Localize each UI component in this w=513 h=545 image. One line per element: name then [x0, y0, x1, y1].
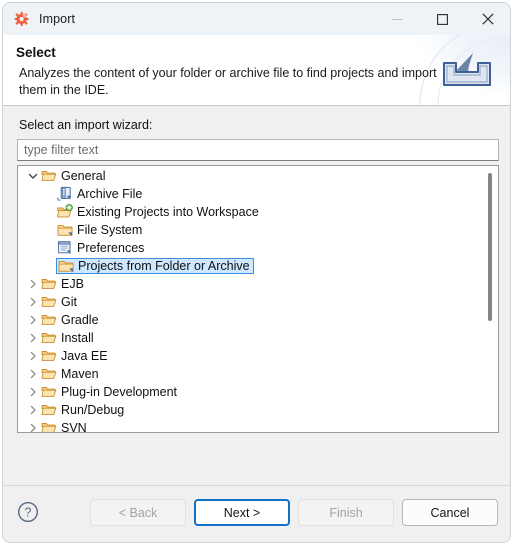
dialog-body: Select an import wizard: General Archive …	[3, 106, 510, 485]
close-icon[interactable]	[465, 3, 510, 35]
tree-item[interactable]: Maven	[18, 365, 498, 383]
tree-item-label: Git	[61, 295, 77, 309]
footer-buttons: < Back Next > Finish Cancel	[90, 499, 498, 526]
tree-item-label: Projects from Folder or Archive	[78, 259, 250, 273]
chevron-right-icon[interactable]	[25, 311, 41, 329]
wizard-list-label: Select an import wizard:	[19, 118, 153, 132]
tree-item[interactable]: Run/Debug	[18, 401, 498, 419]
tree-item-label: Plug-in Development	[61, 385, 178, 399]
chevron-right-icon[interactable]	[25, 383, 41, 401]
finish-button: Finish	[298, 499, 394, 526]
wizard-header: Select Analyzes the content of your fold…	[3, 35, 510, 106]
page-title: Select	[16, 45, 56, 60]
tree-item[interactable]: Install	[18, 329, 498, 347]
folder-icon	[57, 222, 73, 238]
maximize-icon[interactable]	[420, 3, 465, 35]
preferences-document-icon	[57, 240, 73, 256]
folder-icon	[58, 258, 74, 274]
tree-item-label: Install	[61, 331, 94, 345]
tree-item[interactable]: File System	[18, 221, 498, 239]
chevron-right-icon[interactable]	[25, 275, 41, 293]
svg-text:?: ?	[25, 506, 32, 520]
tree-item-label: Existing Projects into Workspace	[77, 205, 259, 219]
chevron-down-icon[interactable]	[25, 167, 41, 185]
dialog-footer: ? < Back Next > Finish Cancel	[3, 485, 510, 542]
open-folder-icon	[41, 294, 57, 310]
next-button[interactable]: Next >	[194, 499, 290, 526]
open-folder-icon	[41, 420, 57, 432]
import-arrow-into-tray-icon	[440, 49, 498, 98]
window-title: Import	[39, 12, 76, 26]
tree-item[interactable]: General	[18, 167, 498, 185]
tree-item-label: Java EE	[61, 349, 108, 363]
minimize-icon[interactable]	[375, 3, 420, 35]
tree-item-label: Run/Debug	[61, 403, 125, 417]
tree-item[interactable]: EJB	[18, 275, 498, 293]
tree-item[interactable]: Existing Projects into Workspace	[18, 203, 498, 221]
tree-item-label: SVN	[61, 421, 87, 433]
open-folder-icon	[41, 312, 57, 328]
archive-file-icon	[57, 186, 73, 202]
open-folder-icon	[41, 402, 57, 418]
open-folder-icon	[41, 168, 57, 184]
tree-item-label: General	[61, 169, 106, 183]
tree-scrollbar-thumb[interactable]	[488, 173, 492, 321]
tree-item-label: File System	[77, 223, 143, 237]
tree-item[interactable]: Plug-in Development	[18, 383, 498, 401]
eclipse-gear-icon	[14, 11, 30, 27]
wizard-tree[interactable]: General Archive File Existing Projects int…	[17, 165, 499, 433]
help-question-icon[interactable]: ?	[17, 501, 39, 528]
tree-item-label: EJB	[61, 277, 84, 291]
folder-add-icon	[57, 203, 73, 220]
wizard-tree-rows: General Archive File Existing Projects int…	[18, 167, 498, 433]
open-folder-icon	[41, 366, 57, 382]
tree-item[interactable]: Java EE	[18, 347, 498, 365]
tree-item-selection: Projects from Folder or Archive	[56, 258, 254, 274]
open-folder-icon	[41, 348, 57, 364]
chevron-right-icon[interactable]	[25, 347, 41, 365]
filter-input[interactable]	[17, 139, 499, 161]
cancel-button[interactable]: Cancel	[402, 499, 498, 526]
import-dialog: Import Select Analyzes the content of yo…	[2, 2, 511, 543]
page-description: Analyzes the content of your folder or a…	[19, 66, 437, 97]
window-controls	[375, 3, 510, 35]
chevron-right-icon[interactable]	[25, 419, 41, 432]
tree-item[interactable]: Preferences	[18, 239, 498, 257]
chevron-right-icon[interactable]	[25, 329, 41, 347]
tree-item[interactable]: Gradle	[18, 311, 498, 329]
tree-item-label: Gradle	[61, 313, 99, 327]
tree-vertical-scrollbar[interactable]	[483, 167, 497, 431]
open-folder-icon	[41, 276, 57, 292]
titlebar: Import	[3, 3, 510, 35]
tree-item[interactable]: Git	[18, 293, 498, 311]
tree-item[interactable]: SVN	[18, 419, 498, 433]
back-button: < Back	[90, 499, 186, 526]
open-folder-icon	[41, 330, 57, 346]
tree-item[interactable]: Archive File	[18, 185, 498, 203]
tree-item-label: Preferences	[77, 241, 145, 255]
tree-item[interactable]: Projects from Folder or Archive	[18, 257, 498, 275]
tree-item-label: Maven	[61, 367, 99, 381]
open-folder-icon	[41, 384, 57, 400]
tree-item-label: Archive File	[77, 187, 143, 201]
chevron-right-icon[interactable]	[25, 365, 41, 383]
chevron-right-icon[interactable]	[25, 293, 41, 311]
chevron-right-icon[interactable]	[25, 401, 41, 419]
